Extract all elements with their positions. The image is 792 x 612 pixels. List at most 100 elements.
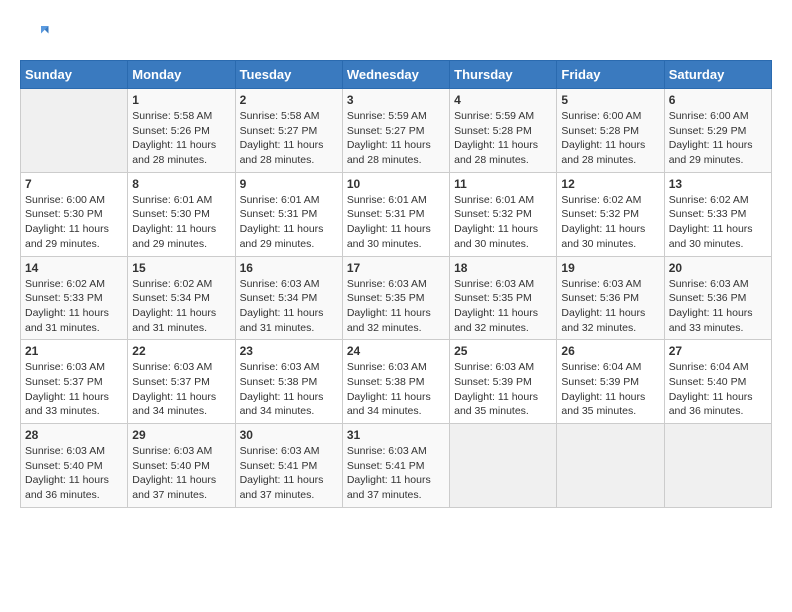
day-info: Sunrise: 6:00 AMSunset: 5:29 PMDaylight:… xyxy=(669,109,767,168)
calendar-cell: 24 Sunrise: 6:03 AMSunset: 5:38 PMDayligh… xyxy=(342,340,449,424)
day-info: Sunrise: 6:03 AMSunset: 5:38 PMDaylight:… xyxy=(347,360,445,419)
day-number: 31 xyxy=(347,428,445,442)
column-header-saturday: Saturday xyxy=(664,61,771,89)
day-info: Sunrise: 6:02 AMSunset: 5:33 PMDaylight:… xyxy=(669,193,767,252)
day-info: Sunrise: 5:58 AMSunset: 5:27 PMDaylight:… xyxy=(240,109,338,168)
calendar-cell: 11 Sunrise: 6:01 AMSunset: 5:32 PMDayligh… xyxy=(450,172,557,256)
calendar-cell: 6 Sunrise: 6:00 AMSunset: 5:29 PMDaylight… xyxy=(664,89,771,173)
day-info: Sunrise: 6:03 AMSunset: 5:36 PMDaylight:… xyxy=(669,277,767,336)
day-number: 10 xyxy=(347,177,445,191)
calendar-cell: 4Sunrise: 5:59 AMSunset: 5:28 PMDaylight… xyxy=(450,89,557,173)
day-number: 16 xyxy=(240,261,338,275)
day-number: 2 xyxy=(240,93,338,107)
column-header-wednesday: Wednesday xyxy=(342,61,449,89)
day-number: 5 xyxy=(561,93,659,107)
day-info: Sunrise: 6:03 AMSunset: 5:35 PMDaylight:… xyxy=(454,277,552,336)
day-number: 27 xyxy=(669,344,767,358)
day-number: 1 xyxy=(132,93,230,107)
day-number: 8 xyxy=(132,177,230,191)
calendar-cell xyxy=(664,424,771,508)
calendar-cell: 23Sunrise: 6:03 AMSunset: 5:38 PMDayligh… xyxy=(235,340,342,424)
day-info: Sunrise: 6:02 AMSunset: 5:33 PMDaylight:… xyxy=(25,277,123,336)
day-info: Sunrise: 6:03 AMSunset: 5:40 PMDaylight:… xyxy=(132,444,230,503)
calendar-cell: 5 Sunrise: 6:00 AMSunset: 5:28 PMDaylight… xyxy=(557,89,664,173)
day-number: 6 xyxy=(669,93,767,107)
column-header-thursday: Thursday xyxy=(450,61,557,89)
day-number: 14 xyxy=(25,261,123,275)
day-info: Sunrise: 5:58 AMSunset: 5:26 PMDaylight:… xyxy=(132,109,230,168)
day-number: 22 xyxy=(132,344,230,358)
calendar-cell: 19 Sunrise: 6:03 AMSunset: 5:36 PMDayligh… xyxy=(557,256,664,340)
day-number: 7 xyxy=(25,177,123,191)
calendar-cell: 28 Sunrise: 6:03 AMSunset: 5:40 PMDayligh… xyxy=(21,424,128,508)
day-number: 24 xyxy=(347,344,445,358)
day-info: Sunrise: 6:02 AMSunset: 5:32 PMDaylight:… xyxy=(561,193,659,252)
day-number: 13 xyxy=(669,177,767,191)
column-header-tuesday: Tuesday xyxy=(235,61,342,89)
day-number: 30 xyxy=(240,428,338,442)
day-number: 18 xyxy=(454,261,552,275)
calendar-cell: 25Sunrise: 6:03 AMSunset: 5:39 PMDayligh… xyxy=(450,340,557,424)
calendar-cell: 9 Sunrise: 6:01 AMSunset: 5:31 PMDaylight… xyxy=(235,172,342,256)
day-info: Sunrise: 6:03 AMSunset: 5:41 PMDaylight:… xyxy=(347,444,445,503)
day-number: 11 xyxy=(454,177,552,191)
day-info: Sunrise: 6:03 AMSunset: 5:40 PMDaylight:… xyxy=(25,444,123,503)
day-number: 3 xyxy=(347,93,445,107)
calendar-cell: 21Sunrise: 6:03 AMSunset: 5:37 PMDayligh… xyxy=(21,340,128,424)
day-info: Sunrise: 6:01 AMSunset: 5:30 PMDaylight:… xyxy=(132,193,230,252)
column-header-monday: Monday xyxy=(128,61,235,89)
calendar-cell: 20Sunrise: 6:03 AMSunset: 5:36 PMDayligh… xyxy=(664,256,771,340)
day-info: Sunrise: 6:01 AMSunset: 5:31 PMDaylight:… xyxy=(240,193,338,252)
day-number: 21 xyxy=(25,344,123,358)
day-info: Sunrise: 6:03 AMSunset: 5:38 PMDaylight:… xyxy=(240,360,338,419)
day-number: 17 xyxy=(347,261,445,275)
calendar-cell: 10Sunrise: 6:01 AMSunset: 5:31 PMDayligh… xyxy=(342,172,449,256)
day-info: Sunrise: 6:03 AMSunset: 5:37 PMDaylight:… xyxy=(132,360,230,419)
day-number: 12 xyxy=(561,177,659,191)
day-info: Sunrise: 6:02 AMSunset: 5:34 PMDaylight:… xyxy=(132,277,230,336)
week-row-4: 21 Sunrise: 6:03 AMSunset: 5:37 PMDayligh… xyxy=(21,340,772,424)
calendar-cell: 15 Sunrise: 6:02 AMSunset: 5:34 PMDayligh… xyxy=(128,256,235,340)
calendar-cell: 29 Sunrise: 6:03 AMSunset: 5:40 PMDayligh… xyxy=(128,424,235,508)
calendar-table: SundayMondayTuesdayWednesdayThursdayFrid… xyxy=(20,60,772,508)
calendar-cell: 14 Sunrise: 6:02 AMSunset: 5:33 PMDayligh… xyxy=(21,256,128,340)
day-number: 19 xyxy=(561,261,659,275)
day-info: Sunrise: 6:00 AMSunset: 5:28 PMDaylight:… xyxy=(561,109,659,168)
calendar-cell: 2 Sunrise: 5:58 AMSunset: 5:27 PMDaylight… xyxy=(235,89,342,173)
calendar-cell: 18 Sunrise: 6:03 AMSunset: 5:35 PMDayligh… xyxy=(450,256,557,340)
calendar-cell xyxy=(557,424,664,508)
week-row-1: 1 Sunrise: 5:58 AMSunset: 5:26 PMDaylight… xyxy=(21,89,772,173)
calendar-cell: 27 Sunrise: 6:04 AMSunset: 5:40 PMDayligh… xyxy=(664,340,771,424)
day-number: 15 xyxy=(132,261,230,275)
calendar-cell xyxy=(450,424,557,508)
week-row-3: 14 Sunrise: 6:02 AMSunset: 5:33 PMDayligh… xyxy=(21,256,772,340)
day-number: 9 xyxy=(240,177,338,191)
day-info: Sunrise: 6:00 AMSunset: 5:30 PMDaylight:… xyxy=(25,193,123,252)
calendar-cell: 8 Sunrise: 6:01 AMSunset: 5:30 PMDaylight… xyxy=(128,172,235,256)
day-info: Sunrise: 5:59 AMSunset: 5:27 PMDaylight:… xyxy=(347,109,445,168)
column-header-friday: Friday xyxy=(557,61,664,89)
page-header xyxy=(20,20,772,50)
week-row-5: 28 Sunrise: 6:03 AMSunset: 5:40 PMDayligh… xyxy=(21,424,772,508)
calendar-cell: 1 Sunrise: 5:58 AMSunset: 5:26 PMDaylight… xyxy=(128,89,235,173)
day-info: Sunrise: 6:03 AMSunset: 5:36 PMDaylight:… xyxy=(561,277,659,336)
calendar-cell: 31 Sunrise: 6:03 AMSunset: 5:41 PMDayligh… xyxy=(342,424,449,508)
logo xyxy=(20,20,54,50)
day-info: Sunrise: 6:04 AMSunset: 5:39 PMDaylight:… xyxy=(561,360,659,419)
calendar-cell: 7 Sunrise: 6:00 AMSunset: 5:30 PMDaylight… xyxy=(21,172,128,256)
day-info: Sunrise: 6:03 AMSunset: 5:34 PMDaylight:… xyxy=(240,277,338,336)
day-info: Sunrise: 6:04 AMSunset: 5:40 PMDaylight:… xyxy=(669,360,767,419)
calendar-cell: 13 Sunrise: 6:02 AMSunset: 5:33 PMDayligh… xyxy=(664,172,771,256)
calendar-cell: 22 Sunrise: 6:03 AMSunset: 5:37 PMDayligh… xyxy=(128,340,235,424)
day-number: 25 xyxy=(454,344,552,358)
calendar-header-row: SundayMondayTuesdayWednesdayThursdayFrid… xyxy=(21,61,772,89)
week-row-2: 7 Sunrise: 6:00 AMSunset: 5:30 PMDaylight… xyxy=(21,172,772,256)
calendar-cell: 3 Sunrise: 5:59 AMSunset: 5:27 PMDaylight… xyxy=(342,89,449,173)
day-info: Sunrise: 6:01 AMSunset: 5:32 PMDaylight:… xyxy=(454,193,552,252)
calendar-cell: 16 Sunrise: 6:03 AMSunset: 5:34 PMDayligh… xyxy=(235,256,342,340)
day-number: 28 xyxy=(25,428,123,442)
calendar-cell: 30Sunrise: 6:03 AMSunset: 5:41 PMDayligh… xyxy=(235,424,342,508)
day-number: 29 xyxy=(132,428,230,442)
logo-icon xyxy=(20,20,50,50)
day-info: Sunrise: 6:03 AMSunset: 5:35 PMDaylight:… xyxy=(347,277,445,336)
